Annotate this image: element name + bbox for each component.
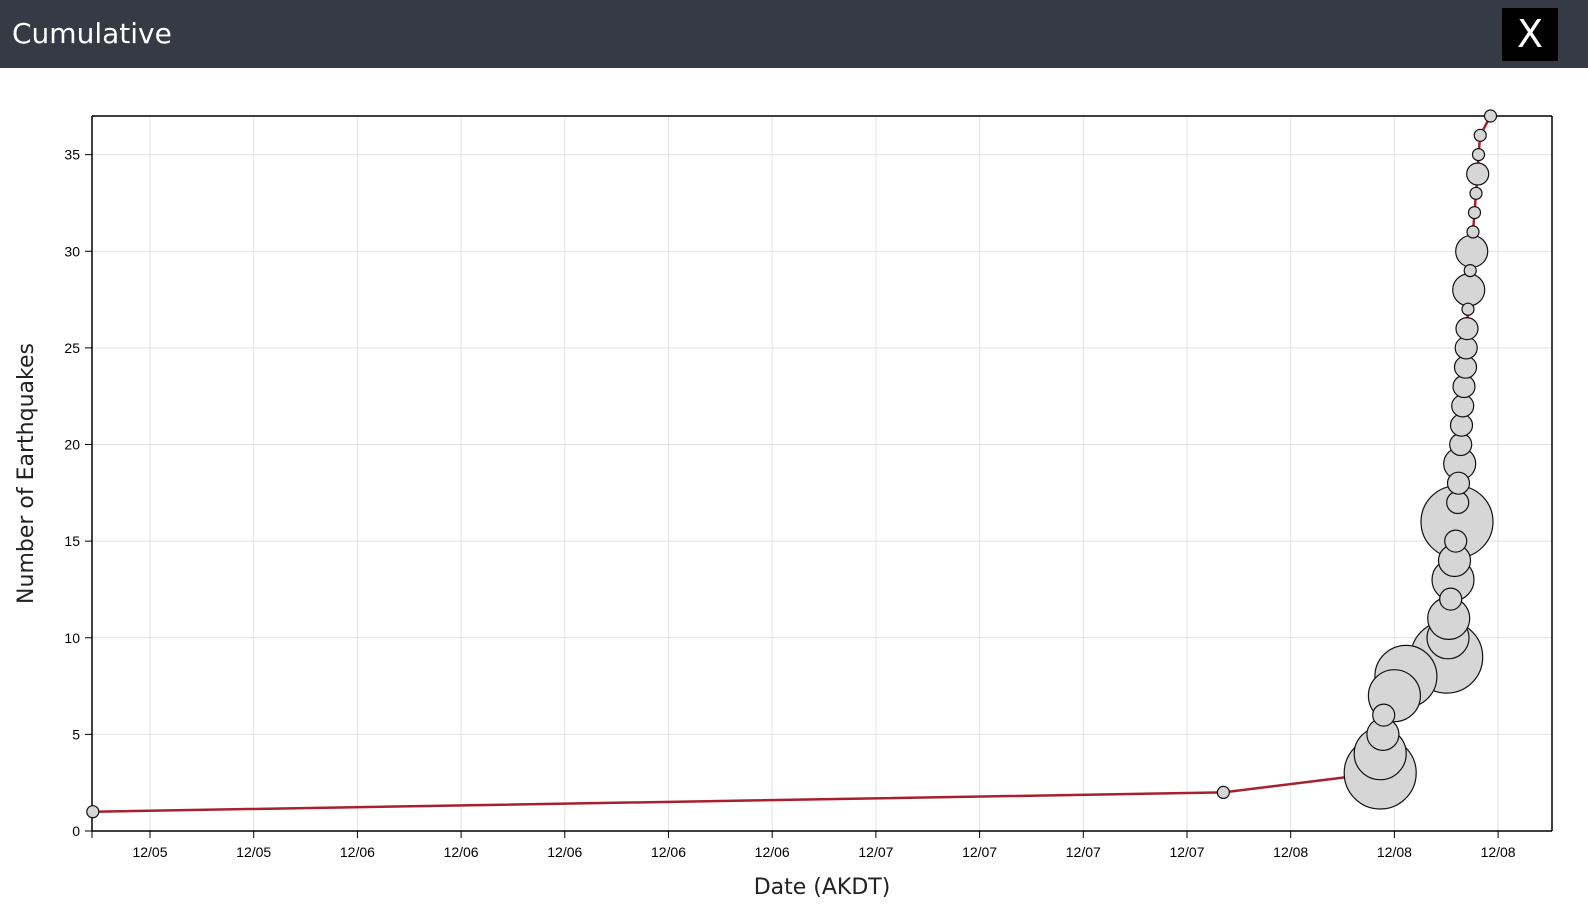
earthquake-marker xyxy=(1466,162,1490,186)
x-tick-label: 12/06 xyxy=(755,844,790,860)
y-tick-label: 15 xyxy=(64,533,80,549)
earthquake-marker xyxy=(1453,355,1478,379)
x-tick-label: 12/07 xyxy=(1066,844,1101,860)
window-title: Cumulative xyxy=(12,17,172,50)
x-tick-label: 12/08 xyxy=(1273,844,1308,860)
x-tick-label: 12/06 xyxy=(444,844,479,860)
earthquake-marker xyxy=(1439,587,1463,611)
y-tick-label: 35 xyxy=(64,147,80,163)
y-axis-label: Number of Earthquakes xyxy=(14,343,39,604)
close-button[interactable]: X xyxy=(1502,8,1558,61)
earthquake-marker xyxy=(1455,317,1479,341)
earthquake-marker xyxy=(1471,147,1486,162)
earthquake-marker xyxy=(1444,529,1468,553)
earthquake-marker xyxy=(1449,413,1474,437)
earthquake-marker xyxy=(1483,109,1498,123)
earthquake-marker xyxy=(1469,186,1483,200)
x-tick-label: 12/06 xyxy=(340,844,375,860)
earthquake-marker xyxy=(1473,128,1487,142)
x-tick-label: 12/07 xyxy=(858,844,893,860)
x-tick-label: 12/05 xyxy=(236,844,271,860)
x-tick-label: 12/07 xyxy=(1169,844,1204,860)
earthquake-marker xyxy=(1451,394,1475,418)
x-tick-label: 12/06 xyxy=(651,844,686,860)
earthquake-marker xyxy=(1454,336,1478,360)
y-tick-label: 30 xyxy=(64,243,80,259)
earthquake-marker xyxy=(1467,206,1482,220)
cumulative-line xyxy=(92,115,1492,813)
y-tick-label: 20 xyxy=(64,437,80,453)
x-tick-label: 12/08 xyxy=(1377,844,1412,860)
window-titlebar: Cumulative X xyxy=(0,0,1588,68)
earthquake-marker xyxy=(1449,432,1473,457)
earthquake-marker xyxy=(1446,490,1470,515)
earthquake-marker xyxy=(1461,302,1475,316)
ticks: 12/05 12/05 12/06 12/06 12/06 12/06 12/06 12/07… xyxy=(64,147,1515,860)
x-tick-label: 12/07 xyxy=(962,844,997,860)
y-tick-label: 25 xyxy=(64,340,80,356)
y-tick-label: 5 xyxy=(72,726,80,742)
earthquake-marker xyxy=(1216,785,1231,800)
earthquake-marker xyxy=(1452,273,1486,307)
series xyxy=(86,109,1498,819)
earthquake-marker xyxy=(1455,234,1489,268)
x-tick-label: 12/08 xyxy=(1481,844,1516,860)
earthquake-marker xyxy=(1372,703,1396,727)
x-tick-label: 12/05 xyxy=(132,844,167,860)
earthquake-marker xyxy=(1446,471,1471,495)
y-tick-label: 10 xyxy=(64,630,80,646)
y-tick-label: 0 xyxy=(72,823,80,839)
earthquake-marker xyxy=(1463,264,1477,278)
axes xyxy=(91,115,1553,832)
earthquake-marker xyxy=(1466,225,1480,239)
earthquake-marker xyxy=(86,805,100,819)
x-axis-label: Date (AKDT) xyxy=(754,875,891,900)
cumulative-chart: 12/05 12/05 12/06 12/06 12/06 12/06 12/06 12/07… xyxy=(14,109,1553,900)
earthquake-marker xyxy=(1452,374,1476,399)
x-tick-label: 12/06 xyxy=(547,844,582,860)
grid xyxy=(92,116,1552,832)
